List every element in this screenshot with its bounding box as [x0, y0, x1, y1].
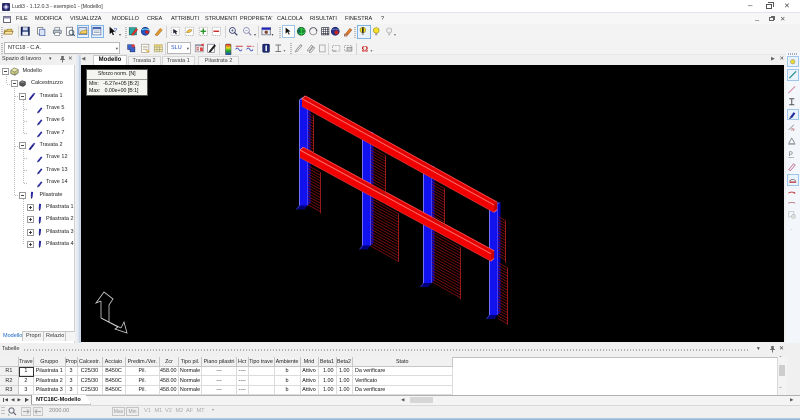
- svg-text:?: ?: [114, 27, 118, 34]
- svg-text:N: N: [791, 126, 794, 131]
- svg-text:P: P: [789, 151, 793, 157]
- svg-text:Ω: Ω: [361, 44, 368, 53]
